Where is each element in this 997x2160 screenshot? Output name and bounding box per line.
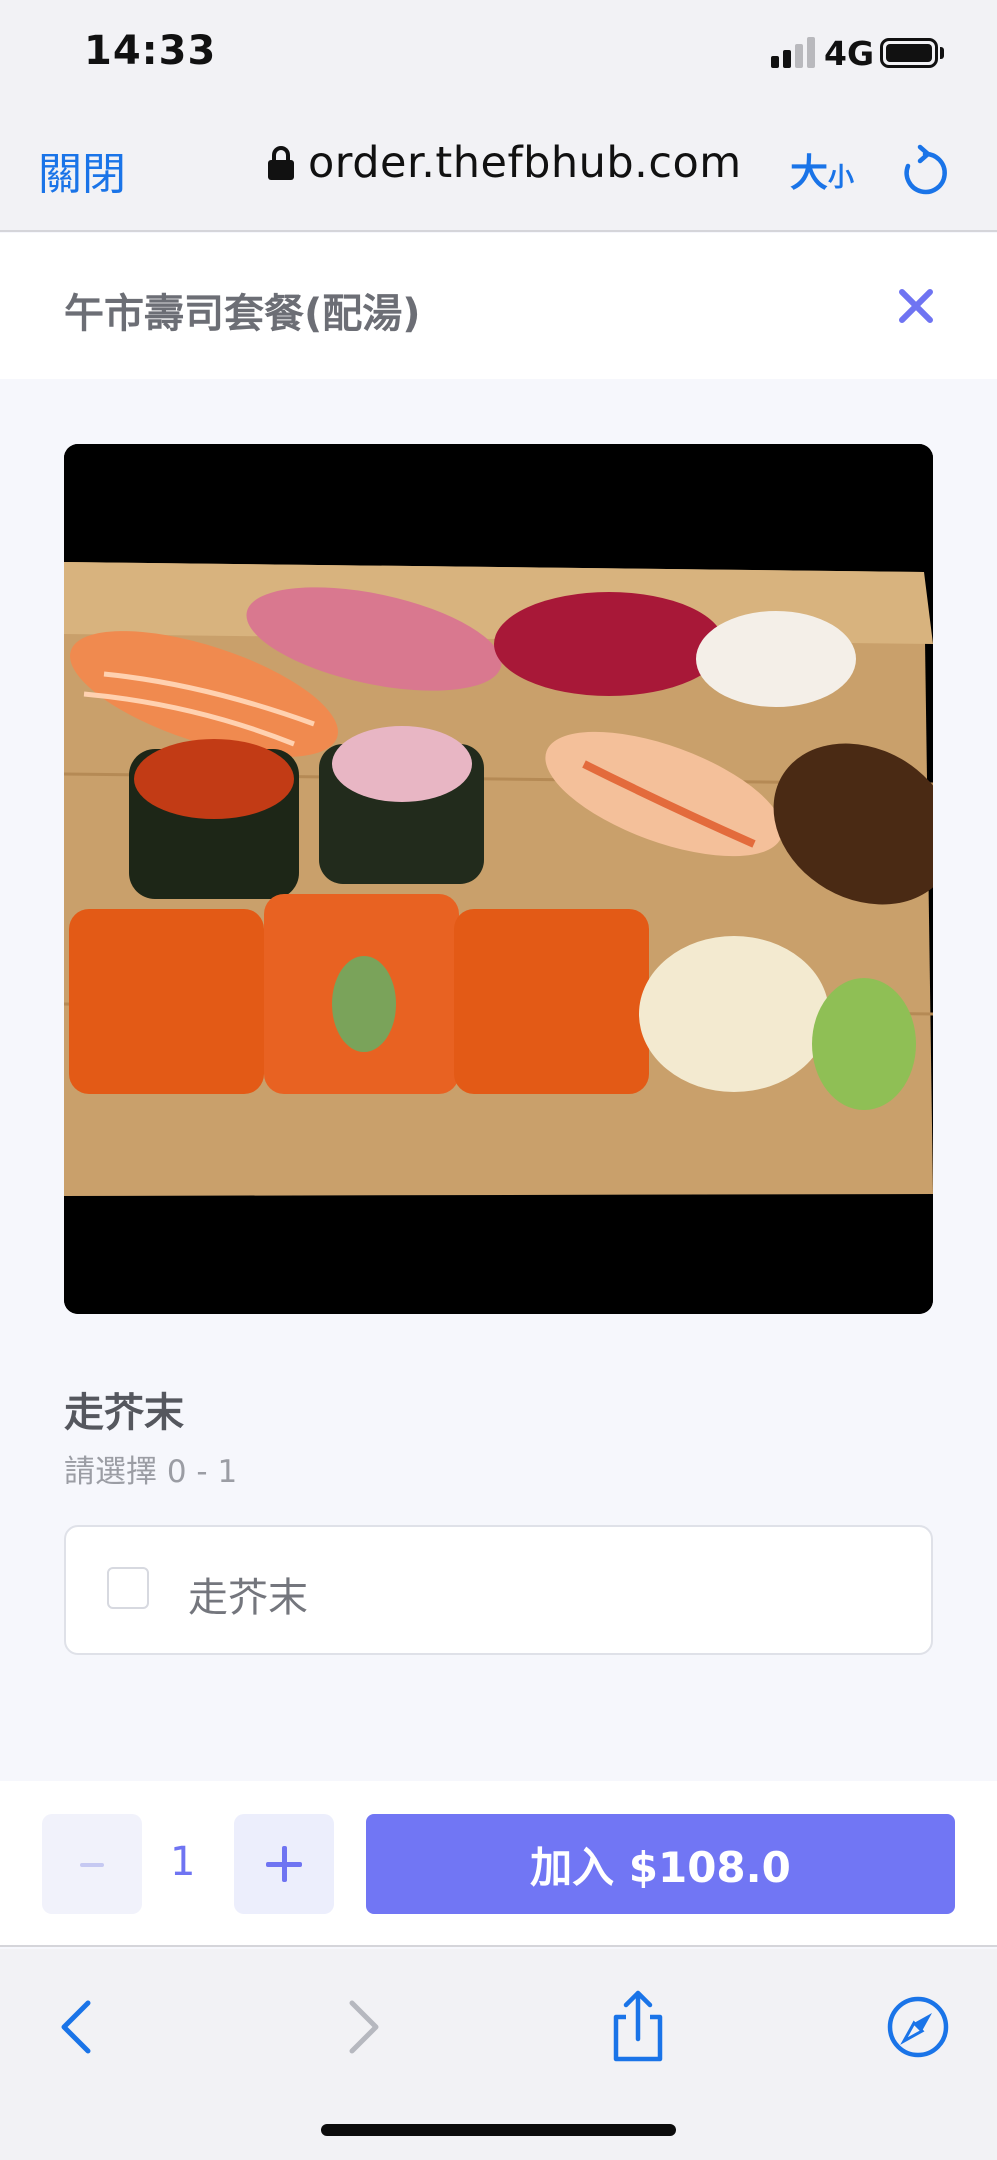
text-size-big-label: 大: [790, 151, 829, 195]
signal-icon: [771, 36, 815, 68]
option-checkbox[interactable]: [107, 1567, 149, 1609]
status-time: 14:33: [84, 28, 217, 74]
network-label: 4G: [824, 34, 875, 73]
option-label: 走芥末: [188, 1575, 308, 1621]
url-text: order.thefbhub.com: [308, 138, 742, 188]
back-icon[interactable]: [38, 1987, 118, 2067]
home-indicator: [321, 2124, 676, 2136]
browser-close-button[interactable]: 關閉: [38, 138, 126, 202]
battery-icon: [880, 38, 938, 68]
status-bar: 14:33 4G: [0, 0, 997, 110]
text-size-button[interactable]: 大小: [790, 142, 854, 197]
order-bar: 1 加入 $108.0: [0, 1781, 997, 1947]
screen: 14:33 4G 關閉 order.thefbhub.com 大小 午市壽司套餐…: [0, 0, 997, 2160]
option-group-subtitle: 請選擇 0 - 1: [64, 1454, 238, 1490]
increase-quantity-button[interactable]: [234, 1814, 334, 1914]
compass-icon[interactable]: [878, 1987, 958, 2067]
text-size-small-label: 小: [828, 163, 855, 193]
close-icon[interactable]: [894, 284, 938, 328]
reload-icon[interactable]: [900, 144, 950, 198]
lock-icon: [268, 146, 294, 180]
modal-header: 午市壽司套餐(配湯): [0, 233, 997, 379]
modal-title: 午市壽司套餐(配湯): [64, 291, 421, 337]
decrease-quantity-button[interactable]: [42, 1814, 142, 1914]
food-photo: [64, 444, 933, 1314]
quantity-value: 1: [170, 1839, 196, 1885]
battery-cap: [940, 47, 944, 59]
option-group-title: 走芥末: [64, 1390, 184, 1436]
share-icon[interactable]: [598, 1987, 678, 2067]
sushi-platter-image: [64, 444, 933, 1314]
forward-icon[interactable]: [322, 1987, 402, 2067]
add-to-cart-button[interactable]: 加入 $108.0: [366, 1814, 955, 1914]
address-bar[interactable]: order.thefbhub.com: [268, 138, 742, 188]
option-row-no-wasabi[interactable]: 走芥末: [64, 1525, 933, 1655]
browser-bar: 關閉 order.thefbhub.com 大小: [0, 110, 997, 232]
minus-icon: [80, 1863, 104, 1867]
